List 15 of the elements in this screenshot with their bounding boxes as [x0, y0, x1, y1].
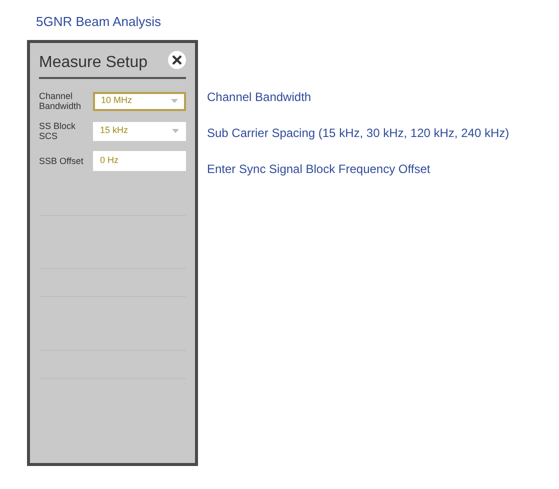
caret-icon [171, 99, 178, 103]
page-title: 5GNR Beam Analysis [36, 13, 161, 31]
close-button[interactable] [168, 51, 186, 69]
close-icon [172, 55, 182, 65]
input-field[interactable]: 0 Hz [93, 151, 186, 171]
annotation-text: Sub Carrier Spacing (15 kHz, 30 kHz, 120 kHz, 240 kHz) [207, 125, 510, 142]
dropdown[interactable]: 15 kHz [93, 122, 186, 140]
caret-icon [172, 129, 179, 133]
field-label: SSB Offset [39, 156, 84, 166]
field-label: SS Block SCS [39, 121, 77, 141]
panel-title: Measure Setup [39, 53, 148, 73]
annotation-text: Enter Sync Signal Block Frequency Offset [207, 161, 432, 178]
field-label: Channel Bandwidth [39, 91, 82, 111]
dropdown[interactable]: 10 MHz [93, 92, 186, 110]
annotation-text: Channel Bandwidth [207, 89, 312, 106]
